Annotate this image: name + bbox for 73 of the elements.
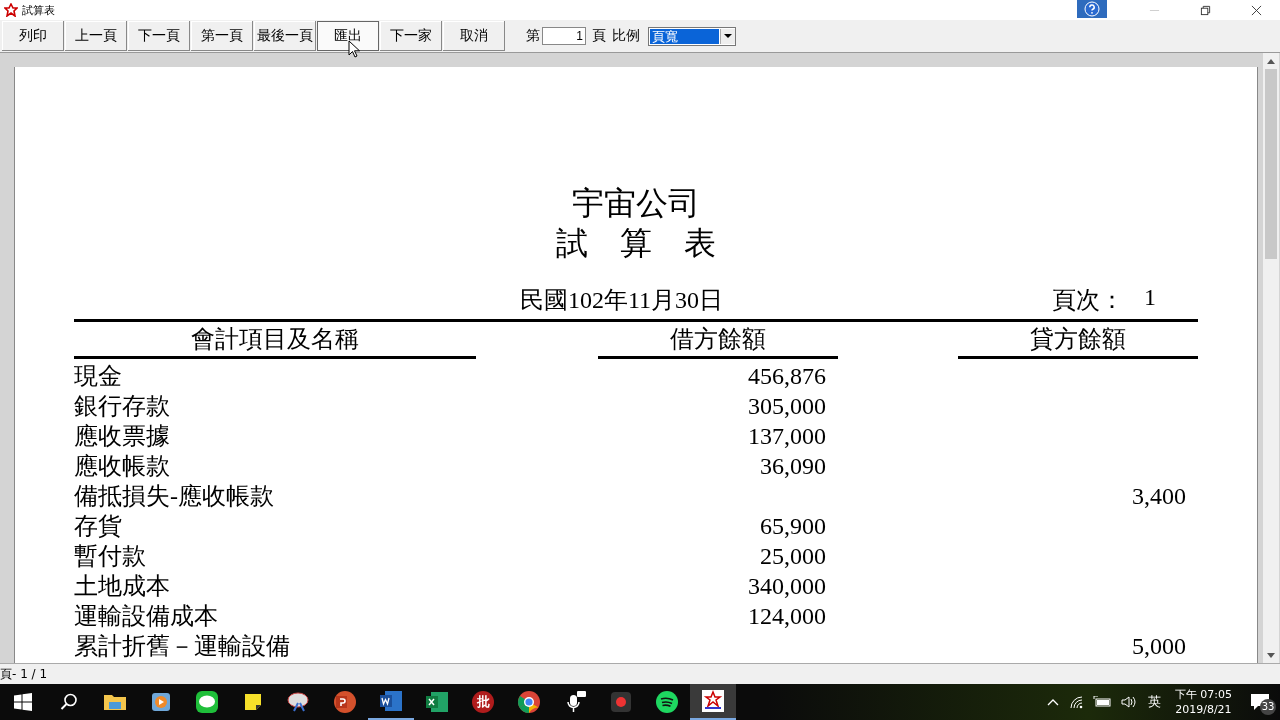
page-label: 第 — [526, 27, 540, 45]
account-name: 土地成本 — [74, 572, 171, 601]
account-name: 累計折舊－運輸設備 — [74, 632, 291, 661]
toolbar-button[interactable]: 取消 — [443, 21, 505, 51]
mouse-cursor-icon — [348, 40, 360, 58]
debit-amount: 65,900 — [759, 512, 827, 541]
status-text: 頁- 1 / 1 — [0, 665, 48, 683]
toolbar-button[interactable]: 列印 — [2, 21, 64, 51]
debit-amount: 305,000 — [747, 392, 827, 421]
page-number-label: 頁次： — [1052, 286, 1124, 315]
restore-icon[interactable] — [1200, 4, 1211, 16]
toolbar-button[interactable]: 上一頁 — [65, 21, 127, 51]
zoom-label: 比例 — [612, 27, 640, 45]
debit-amount: 340,000 — [747, 572, 827, 601]
show-hidden-icons-icon[interactable] — [1046, 698, 1059, 706]
toolbar-button[interactable]: 下一頁 — [128, 21, 190, 51]
report-date: 民國102年11月30日 — [520, 286, 724, 315]
wifi-icon[interactable] — [1068, 695, 1083, 709]
account-name: 暫付款 — [74, 542, 147, 571]
music-app-icon[interactable] — [655, 690, 679, 714]
credit-amount: 5,000 — [1131, 632, 1187, 661]
credit-amount: 3,400 — [1131, 482, 1187, 511]
spreadsheet-app-icon[interactable] — [425, 690, 449, 714]
battery-icon[interactable] — [1092, 696, 1111, 708]
report-title: 試 算 表 — [555, 224, 717, 263]
start-icon[interactable] — [13, 692, 33, 712]
presentation-app-icon[interactable] — [333, 690, 357, 714]
speaker-icon[interactable] — [1120, 695, 1137, 709]
debit-amount: 124,000 — [747, 602, 827, 631]
close-icon[interactable] — [1251, 4, 1262, 16]
help-button[interactable] — [1077, 0, 1107, 18]
account-name: 應收票據 — [74, 422, 171, 451]
debit-amount: 25,000 — [759, 542, 827, 571]
page-number: 1 — [1144, 284, 1156, 312]
toolbar-button[interactable]: 最後一頁 — [254, 21, 316, 51]
browser-icon[interactable] — [517, 690, 541, 714]
window-title: 試算表 — [22, 2, 55, 18]
zoom-dropdown[interactable]: 頁寬 — [648, 26, 736, 46]
recorder-icon[interactable] — [609, 690, 633, 714]
app-icon — [4, 3, 18, 17]
company-name: 宇宙公司 — [571, 184, 701, 223]
folder-icon[interactable] — [103, 692, 127, 712]
debit-amount: 36,090 — [759, 452, 827, 481]
clock[interactable]: 下午 07:05 2019/8/21 — [1174, 687, 1232, 717]
account-name: 銀行存款 — [74, 392, 171, 421]
toolbar-button[interactable]: 第一頁 — [191, 21, 253, 51]
scroll-up-icon[interactable] — [1267, 58, 1275, 64]
page-number-field[interactable]: 1 — [542, 27, 586, 45]
app-button[interactable]: 批 — [460, 684, 506, 720]
scrollbar-thumb[interactable] — [1265, 69, 1277, 259]
toolbar-button[interactable]: 下一家 — [380, 21, 442, 51]
dropdown-arrow-icon — [724, 33, 732, 39]
sticky-note-icon[interactable] — [243, 692, 263, 712]
scroll-down-icon[interactable] — [1267, 652, 1275, 658]
snipping-tool-icon[interactable] — [286, 691, 312, 713]
column-header: 貸方餘額 — [958, 322, 1198, 359]
debit-amount: 456,876 — [747, 362, 827, 391]
notification-count: 33 — [1260, 699, 1276, 715]
page-label: 頁 — [592, 27, 606, 45]
debit-amount: 137,000 — [747, 422, 827, 451]
column-header: 會計項目及名稱 — [74, 322, 476, 359]
media-player-icon[interactable] — [150, 691, 172, 713]
column-header: 借方餘額 — [598, 322, 838, 359]
input-language-indicator[interactable]: 英 — [1147, 693, 1161, 711]
account-name: 備抵損失-應收帳款 — [74, 482, 275, 511]
word-processor-icon[interactable] — [379, 689, 403, 713]
chat-app-icon[interactable] — [195, 690, 219, 714]
account-name: 運輸設備成本 — [74, 602, 219, 631]
account-name: 現金 — [74, 362, 123, 391]
search-icon[interactable] — [59, 692, 79, 712]
account-name: 應收帳款 — [74, 452, 171, 481]
emblem-app-icon[interactable] — [701, 689, 725, 713]
account-name: 存貨 — [74, 512, 123, 541]
